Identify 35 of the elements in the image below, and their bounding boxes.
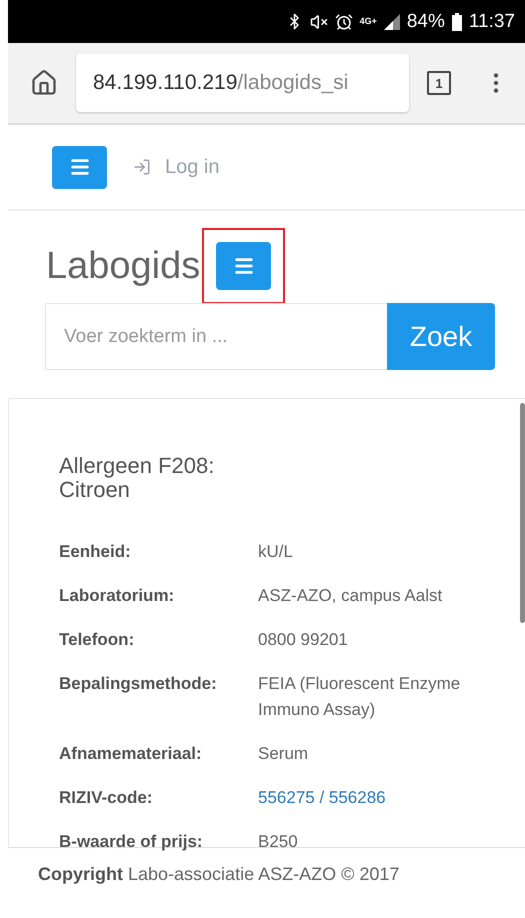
- tab-switcher-button[interactable]: 1: [427, 71, 451, 95]
- clock-time: 11:37: [468, 10, 515, 32]
- network-type: 4G+: [360, 17, 377, 26]
- field-label: Bepalingsmethode:: [59, 673, 218, 695]
- field-label: Afnamemateriaal:: [59, 743, 203, 765]
- search-field[interactable]: Voer zoekterm in ...: [45, 303, 387, 370]
- field-value: 0800 99201: [258, 629, 349, 651]
- field-value: FEIA (Fluorescent Enzyme Immuno Assay): [258, 673, 462, 721]
- field-value: ASZ-AZO, campus Aalst: [258, 585, 444, 607]
- search-button[interactable]: Zoek: [387, 303, 495, 370]
- login-icon: [133, 158, 151, 176]
- menu-button[interactable]: [52, 146, 107, 188]
- page-title: Labogids: [46, 244, 200, 288]
- test-title: Allergeen F208: Citroen: [59, 454, 216, 502]
- battery-icon: [452, 12, 462, 30]
- signal-icon: [384, 14, 400, 30]
- copyright-text: Copyright Labo-associatie ASZ-AZO © 2017: [37, 863, 400, 885]
- field-value: kU/L: [258, 541, 294, 563]
- menu-button[interactable]: [216, 242, 272, 290]
- menu-icon: [68, 156, 90, 178]
- menu-icon: [232, 255, 255, 277]
- riziv-code-link[interactable]: 556275 / 556286: [258, 785, 505, 811]
- field-label: Telefoon:: [59, 629, 136, 651]
- field-value: B250: [258, 831, 299, 853]
- alarm-icon: [334, 12, 353, 30]
- mute-icon: [310, 12, 328, 30]
- field-label: Eenheid:: [59, 541, 132, 563]
- field-value: Serum: [258, 743, 310, 765]
- address-bar[interactable]: 84.199.110.219/labogids_si: [76, 54, 409, 112]
- field-label: B-waarde of prijs:: [59, 831, 204, 853]
- login-link[interactable]: Log in: [133, 156, 220, 178]
- field-label: RIZIV-code:: [59, 787, 154, 809]
- field-label: Laboratorium:: [59, 585, 176, 607]
- home-icon[interactable]: [30, 69, 58, 97]
- battery-percentage: 84%: [406, 10, 445, 32]
